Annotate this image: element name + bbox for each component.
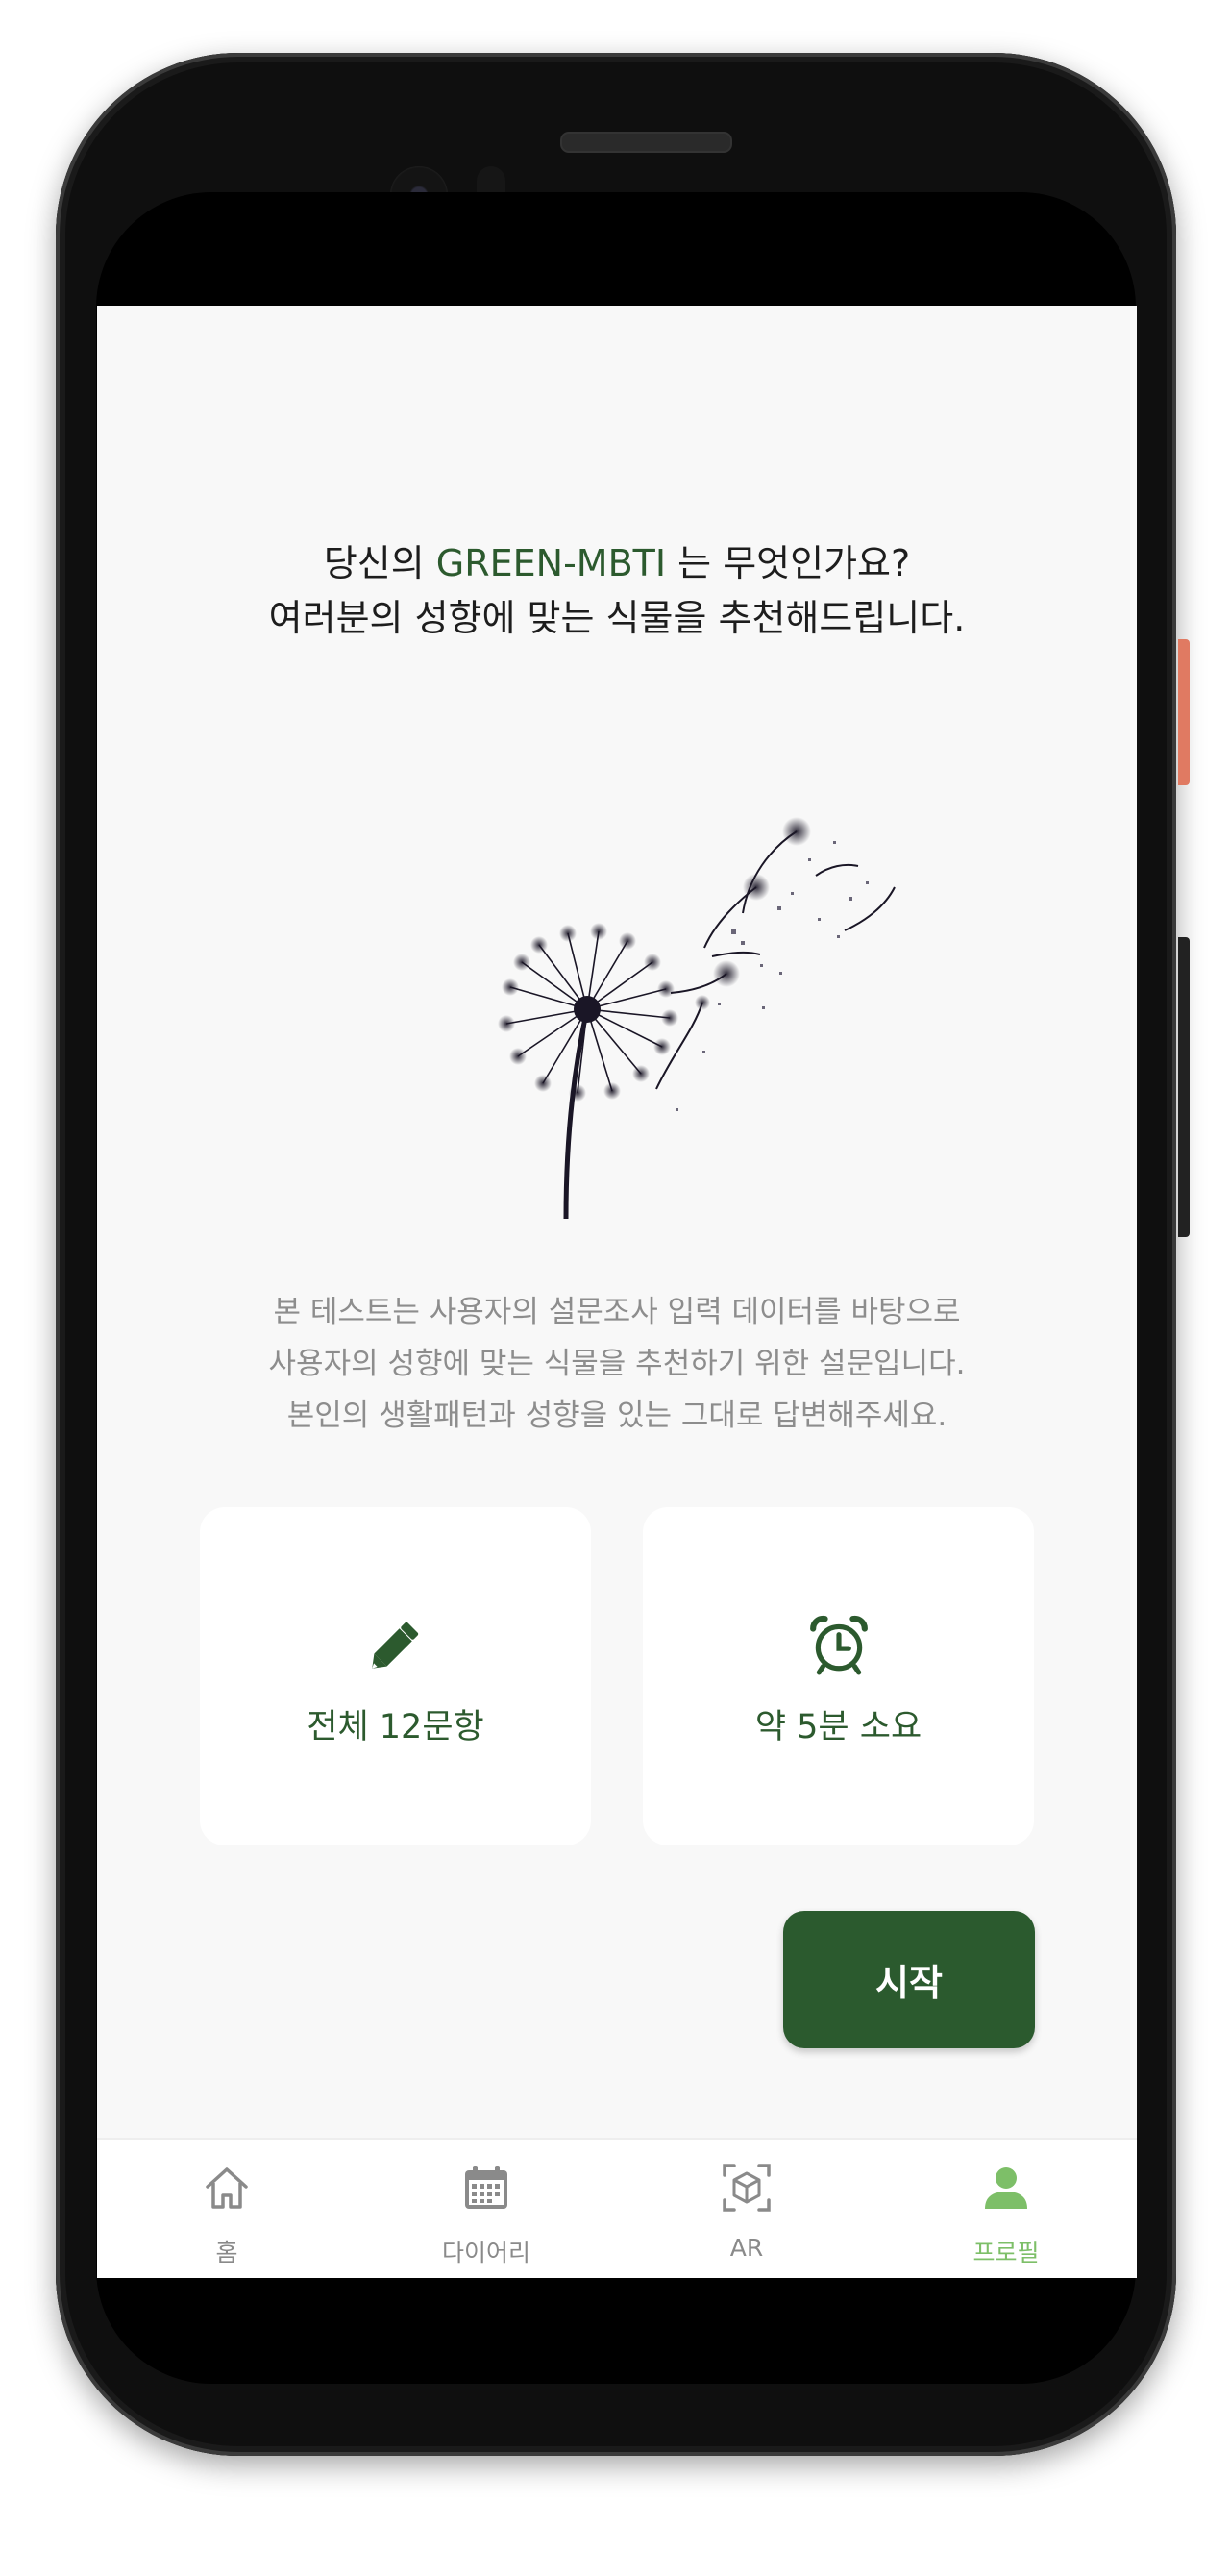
device-mockup: 당신의 GREEN-MBTI 는 무엇인가요? 여러분의 성향에 맞는 식물을 … (0, 0, 1230, 2576)
person-icon (985, 2167, 1027, 2209)
test-description: 본 테스트는 사용자의 설문조사 입력 데이터를 바탕으로 사용자의 성향에 맞… (97, 1286, 1137, 1442)
ar-cube-icon (723, 2164, 771, 2212)
headline-line-1: 당신의 GREEN-MBTI 는 무엇인가요? (97, 536, 1137, 591)
home-icon (206, 2167, 248, 2209)
duration-card: 약 5분 소요 (643, 1507, 1034, 1845)
nav-label-profile: 프로필 (972, 2239, 1040, 2266)
nav-item-profile[interactable]: 프로필 (876, 2140, 1136, 2278)
description-line-3: 본인의 생활패턴과 성향을 있는 그대로 답변해주세요. (286, 1399, 947, 1433)
pencil-icon (371, 1622, 418, 1669)
nav-item-home[interactable]: 홈 (97, 2140, 357, 2278)
headline-prefix: 당신의 (323, 542, 436, 584)
question-count-card: 전체 12문항 (200, 1507, 591, 1845)
start-button[interactable]: 시작 (783, 1911, 1035, 2048)
app-screen: 당신의 GREEN-MBTI 는 무엇인가요? 여러분의 성향에 맞는 식물을 … (97, 306, 1137, 2278)
nav-label-diary: 다이어리 (441, 2239, 530, 2266)
headline-suffix: 는 무엇인가요? (666, 542, 911, 584)
description-line-1: 본 테스트는 사용자의 설문조사 입력 데이터를 바탕으로 (273, 1295, 961, 1329)
nav-item-ar[interactable]: AR (617, 2140, 876, 2278)
nav-label-ar: AR (729, 2234, 764, 2262)
bottom-navigation: 홈 다이어리 AR 프로필 (97, 2138, 1137, 2278)
calendar-icon (465, 2166, 507, 2209)
description-line-2: 사용자의 성향에 맞는 식물을 추천하기 위한 설문입니다. (268, 1347, 966, 1381)
earpiece-speaker (560, 132, 732, 153)
green-mbti-highlight: GREEN-MBTI (435, 542, 667, 584)
volume-button (1178, 937, 1190, 1237)
alarm-clock-icon (809, 1615, 868, 1675)
duration-label: 약 5분 소요 (754, 1708, 922, 1746)
page-headline: 당신의 GREEN-MBTI 는 무엇인가요? 여러분의 성향에 맞는 식물을 … (97, 536, 1137, 646)
power-button (1178, 639, 1190, 785)
headline-line-2: 여러분의 성향에 맞는 식물을 추천해드립니다. (268, 597, 966, 639)
nav-item-diary[interactable]: 다이어리 (357, 2140, 616, 2278)
nav-label-home: 홈 (215, 2239, 238, 2266)
question-count-label: 전체 12문항 (307, 1708, 484, 1746)
dandelion-illustration (498, 817, 896, 1220)
